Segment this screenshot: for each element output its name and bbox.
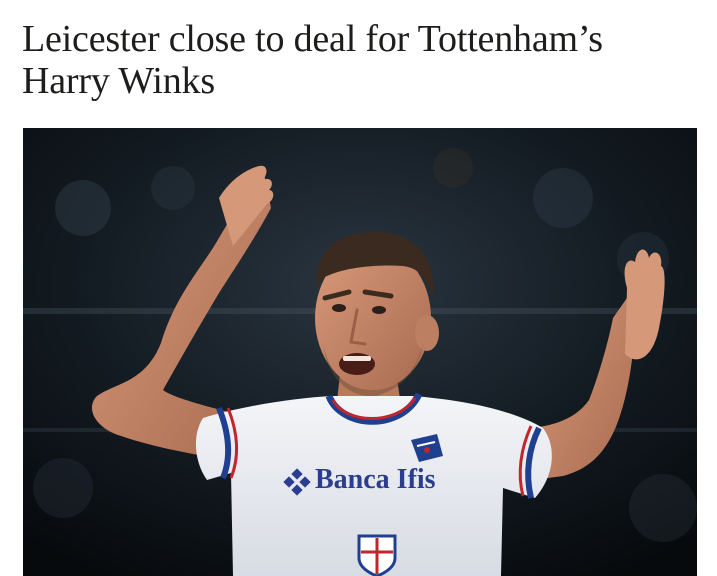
sponsor-text: Banca Ifis xyxy=(315,464,436,495)
headline-line-2: Harry Winks xyxy=(22,60,215,102)
hero-image: Banca Ifis xyxy=(23,128,697,576)
chest-shield-icon xyxy=(357,534,397,576)
right-eye xyxy=(372,306,386,314)
ear xyxy=(415,315,439,351)
left-eye xyxy=(332,304,346,312)
hero-photo-illustration: Banca Ifis xyxy=(23,128,697,576)
article-headline: Leicester close to deal for Tottenham’s … xyxy=(22,18,702,102)
headline-line-1: Leicester close to deal for Tottenham’s xyxy=(22,18,603,60)
teeth xyxy=(343,356,371,361)
